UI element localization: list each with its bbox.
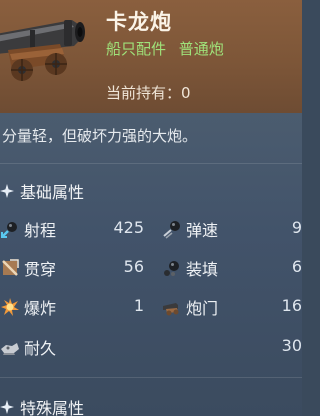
stat-label: 弹速 xyxy=(186,221,219,240)
item-description: 分量轻，但破坏力强的大炮。 xyxy=(2,127,198,145)
stat-durability: 耐久 xyxy=(0,332,148,362)
item-tags: 船只配件 普通炮 xyxy=(106,38,224,59)
stat-gun-port: 炮门 16 xyxy=(162,292,302,322)
stat-value: 16 xyxy=(281,296,302,315)
gun-port-icon xyxy=(163,303,179,316)
item-detail-panel: 卡龙炮 船只配件 普通炮 当前持有：0 分量轻，但破坏力强的大炮。 基础属性 射… xyxy=(0,0,302,416)
stat-label: 贯穿 xyxy=(24,260,57,279)
stat-row: 贯穿 56 装填 6 xyxy=(0,253,302,283)
penetration-icon xyxy=(2,259,19,276)
stat-range: 射程 425 xyxy=(0,214,148,244)
stat-value: 425 xyxy=(113,218,144,237)
owned-count: 当前持有：0 xyxy=(106,84,191,102)
explosion-icon xyxy=(1,298,19,316)
item-name: 卡龙炮 xyxy=(106,10,172,34)
item-tag-type: 普通炮 xyxy=(178,40,224,58)
stat-row: 爆炸 1 炮门 16 xyxy=(0,292,302,322)
cannon-icon xyxy=(0,20,85,81)
special-attributes-title: 特殊属性 xyxy=(0,396,84,416)
stat-reload: 装填 6 xyxy=(162,253,302,283)
stat-value: 9 xyxy=(291,218,302,237)
sparkle-icon xyxy=(0,184,14,198)
stat-label: 炮门 xyxy=(186,299,219,318)
basic-attributes-label: 基础属性 xyxy=(20,183,85,202)
stat-shell-speed: 弹速 9 xyxy=(162,214,302,244)
stat-label: 装填 xyxy=(186,260,219,279)
stat-explosion: 爆炸 1 xyxy=(0,292,148,322)
reload-icon xyxy=(164,261,179,276)
sparkle-icon xyxy=(0,400,14,414)
basic-attributes-title: 基础属性 xyxy=(0,180,84,202)
stat-label: 射程 xyxy=(24,221,57,240)
stat-durability-value-cell: 30 xyxy=(162,332,302,362)
item-header: 卡龙炮 船只配件 普通炮 当前持有：0 xyxy=(0,0,302,113)
stat-value: 56 xyxy=(123,257,144,276)
item-tag-category: 船只配件 xyxy=(106,40,167,58)
stat-row: 耐久 30 xyxy=(0,332,302,362)
special-attributes-label: 特殊属性 xyxy=(20,399,85,416)
stat-label: 耐久 xyxy=(24,339,57,358)
stat-label: 爆炸 xyxy=(24,299,57,318)
shell-speed-icon xyxy=(163,221,180,239)
divider xyxy=(0,377,302,378)
durability-icon xyxy=(1,343,19,355)
range-icon xyxy=(1,222,17,238)
stat-value: 30 xyxy=(281,336,302,355)
item-body: 分量轻，但破坏力强的大炮。 基础属性 射程 425 弹速 9 贯穿 56 装填 … xyxy=(0,113,302,416)
stat-penetration: 贯穿 56 xyxy=(0,253,148,283)
divider xyxy=(0,163,302,164)
stat-row: 射程 425 弹速 9 xyxy=(0,214,302,244)
stat-value: 6 xyxy=(291,257,302,276)
stat-value: 1 xyxy=(133,296,144,315)
